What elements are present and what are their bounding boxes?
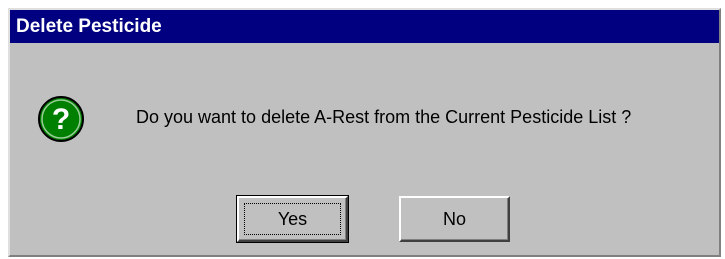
no-button-label: No xyxy=(442,209,466,229)
svg-text:?: ? xyxy=(52,103,70,136)
yes-button[interactable]: Yes xyxy=(236,195,349,243)
delete-pesticide-dialog: Delete Pesticide ? Do you want to delete… xyxy=(8,8,721,257)
dialog-title: Delete Pesticide xyxy=(10,10,719,43)
dialog-message: Do you want to delete A-Rest from the Cu… xyxy=(136,107,632,127)
yes-button-label: Yes xyxy=(277,209,308,229)
question-icon: ? xyxy=(37,95,85,143)
no-button[interactable]: No xyxy=(399,196,510,242)
